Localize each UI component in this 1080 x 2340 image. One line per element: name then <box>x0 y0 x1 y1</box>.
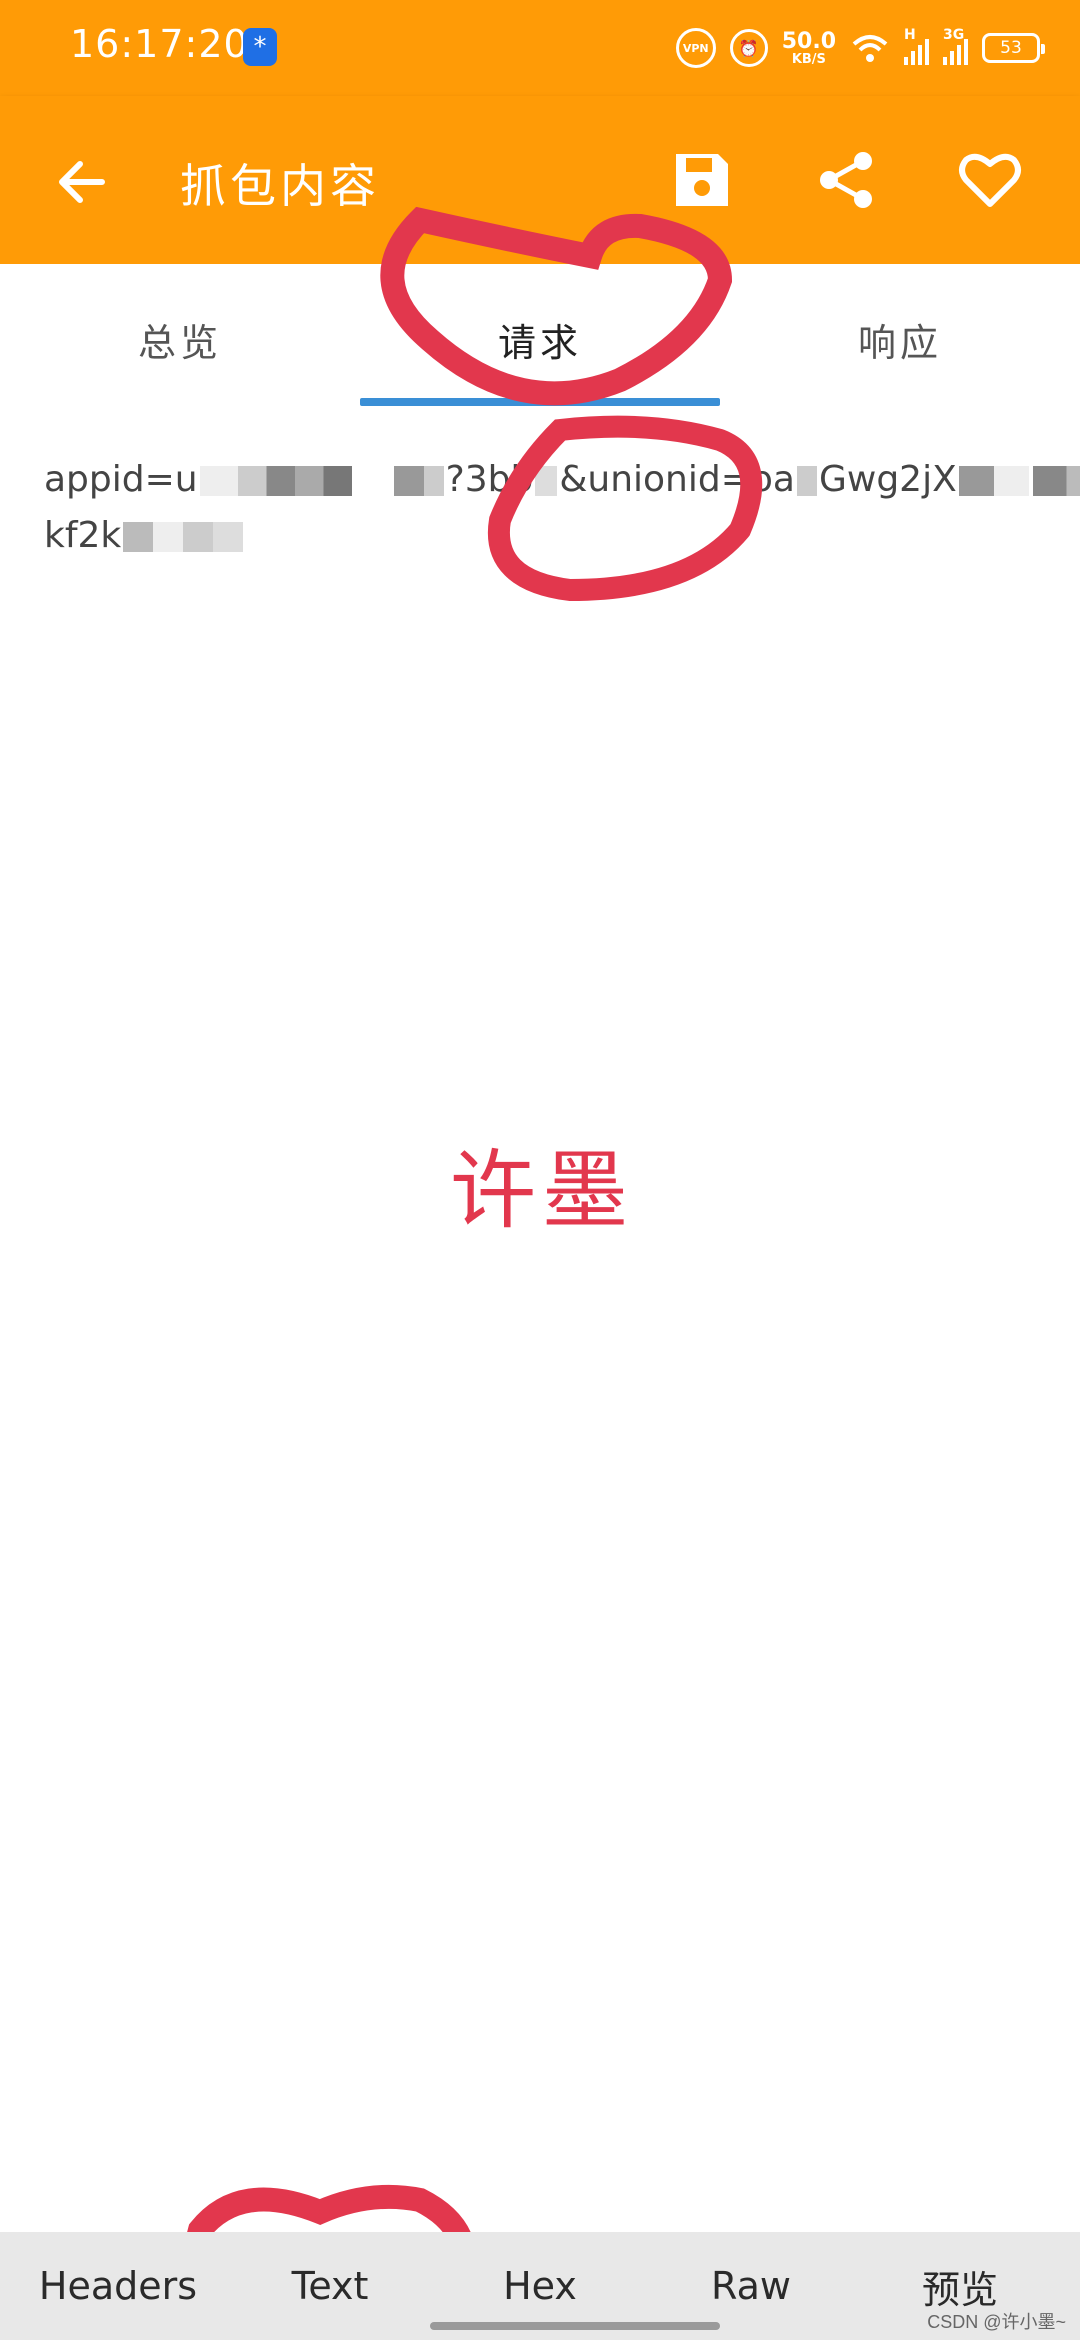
tab-overview[interactable]: 总览 <box>0 264 360 414</box>
status-icons: VPN ⏰ 50.0 KB/S H 3G 53 <box>675 24 1045 72</box>
save-button[interactable] <box>668 146 736 214</box>
signal-type-label-2: 3G <box>943 27 965 43</box>
favorite-button[interactable] <box>956 146 1024 214</box>
tab-response[interactable]: 响应 <box>720 264 1080 414</box>
alarm-icon: ⏰ <box>729 29 768 67</box>
active-tab-indicator <box>360 398 720 406</box>
vpn-icon: VPN <box>675 28 716 68</box>
content-line-1: appid=u ?3bb &unionid=oa Gwg2jX <box>44 452 1080 508</box>
status-bar: 16:17:20 * VPN ⏰ 50.0 KB/S H 3G 53 <box>0 0 1080 96</box>
source-credit: CSDN @许小墨~ <box>927 2312 1066 2332</box>
back-arrow-icon[interactable] <box>50 150 114 214</box>
share-icon <box>820 152 872 208</box>
signal-strength-icon: H <box>904 27 929 65</box>
request-body-text[interactable]: appid=u ?3bb &unionid=oa Gwg2jX kf2k <box>44 452 1080 564</box>
signal-type-label: H <box>904 27 916 43</box>
tab-text[interactable]: Text <box>222 2232 438 2340</box>
save-icon <box>676 154 728 206</box>
status-time: 16:17:20 <box>70 22 249 66</box>
redacted-block <box>393 466 444 496</box>
redacted-block <box>199 466 390 496</box>
redacted-block <box>123 522 244 552</box>
heart-outline-icon <box>959 153 1021 207</box>
redacted-block <box>958 466 1029 496</box>
share-button[interactable] <box>812 146 880 214</box>
wifi-icon <box>850 32 890 64</box>
page-title: 抓包内容 <box>180 159 380 213</box>
content-line-2: kf2k <box>44 508 1044 564</box>
redacted-block <box>1032 466 1080 496</box>
speed-unit: KB/S <box>791 51 826 67</box>
app-toolbar: 抓包内容 <box>0 96 1080 264</box>
battery-icon: 53 <box>982 33 1045 63</box>
text-fragment: Gwg2jX <box>818 459 957 500</box>
handwritten-watermark: 许墨 <box>450 1141 634 1241</box>
tab-request[interactable]: 请求 <box>360 264 720 414</box>
speed-value: 50.0 <box>781 28 836 54</box>
redacted-block <box>796 466 817 496</box>
home-indicator[interactable] <box>430 2322 720 2330</box>
network-speed: 50.0 KB/S <box>781 28 836 67</box>
tab-headers[interactable]: Headers <box>10 2232 226 2340</box>
text-fragment: &unionid=oa <box>559 459 795 500</box>
text-fragment: appid=u <box>44 459 198 500</box>
top-tab-bar: 总览 请求 响应 <box>0 264 1080 414</box>
redacted-block <box>535 466 558 496</box>
signal-strength-icon-2: 3G <box>943 27 968 65</box>
text-fragment: ?3bb <box>445 459 534 500</box>
app-notification-icon: * <box>243 28 277 66</box>
text-fragment: kf2k <box>44 515 122 556</box>
